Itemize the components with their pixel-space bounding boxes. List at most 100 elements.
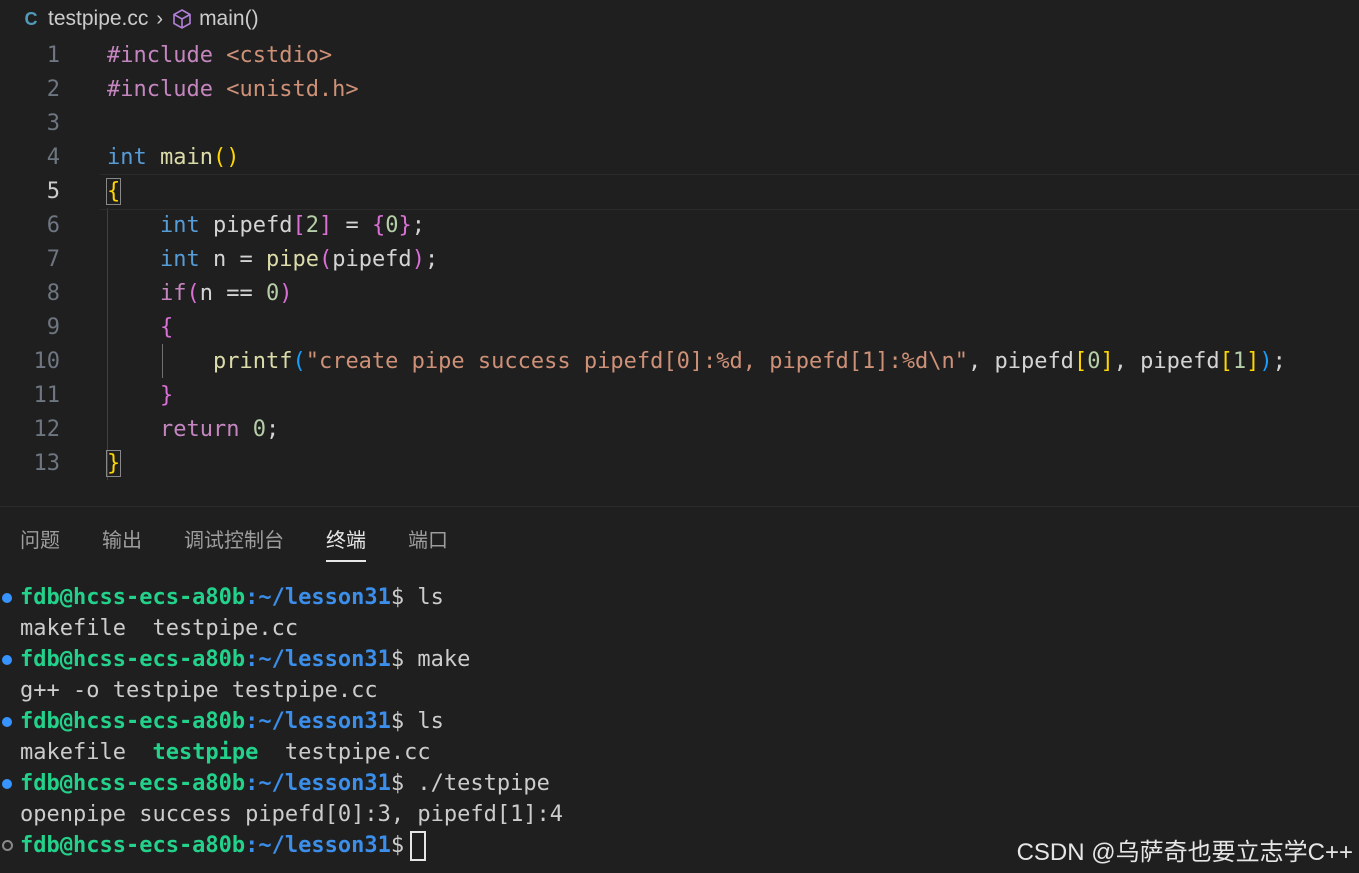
line-number: 13 [33,450,61,476]
code-line: 6 int pipefd[2] = {0}; [0,208,1359,242]
current-line-highlight [100,174,1359,210]
line-number: 2 [46,76,60,102]
terminal-cursor[interactable] [410,830,427,861]
token: if [159,280,187,306]
token: "create pipe success pipefd[0]:%d, pipef… [305,348,968,374]
code-line: 7 int n = pipe(pipefd); [0,242,1359,276]
token: () [212,144,240,170]
token: ] [1100,348,1114,374]
terminal-command: ./testpipe [404,771,550,796]
token: ( [292,348,306,374]
line-number: 4 [46,144,60,170]
code-line: 12 return 0; [0,412,1359,446]
line-number: 1 [46,42,60,68]
command-pending-icon [2,840,13,851]
command-success-icon[interactable] [2,778,12,789]
prompt-user: fdb@hcss-ecs-a80b [20,647,246,672]
breadcrumb-file[interactable]: testpipe.cc [48,7,148,31]
token: ) [1259,348,1273,374]
breadcrumb-symbol[interactable]: main() [199,7,259,31]
token: #include [107,42,227,68]
token: ; [265,416,280,442]
terminal-prompt-line: fdb@hcss-ecs-a80b:~/lesson31 $ [2,830,427,861]
prompt-path: :~/lesson31 [245,833,391,858]
line-number: 11 [33,382,61,408]
token: ) [411,246,425,272]
token: printf [212,348,293,374]
prompt-user: fdb@hcss-ecs-a80b [20,833,246,858]
token: = [332,212,372,238]
token: ) [279,280,293,306]
token: ; [424,246,439,272]
token: 1 [1232,348,1247,374]
command-success-icon[interactable] [2,654,12,665]
token: ; [411,212,425,238]
token: 0 [239,416,266,442]
token: int [159,246,200,272]
terminal-command: ls [404,585,444,610]
terminal-output: makefile testpipe.cc [20,616,299,641]
token: 0 [385,212,399,238]
token: <unistd.h> [226,76,359,102]
token: int [159,212,200,238]
token: ] [1246,348,1260,374]
token: ; [1272,348,1286,374]
token: , pipefd [967,348,1074,374]
code-line: 8 if(n == 0) [0,276,1359,310]
tab-problems[interactable]: 问题 [20,518,60,558]
token: int [107,144,147,170]
token: [ [1219,348,1233,374]
terminal-output-line: makefile testpipe.cc [20,613,298,644]
token: 0 [265,280,280,306]
prompt-dollar: $ [390,833,405,858]
line-number: 7 [46,246,60,272]
line-number: 10 [33,348,61,374]
code-line: 2 #include <unistd.h> [0,72,1359,106]
prompt-user: fdb@hcss-ecs-a80b [20,585,246,610]
token: #include [107,76,227,102]
prompt-user: fdb@hcss-ecs-a80b [20,771,246,796]
terminal-output-line: g++ -o testpipe testpipe.cc [20,675,378,706]
terminal-output-line: openpipe success pipefd[0]:3, pipefd[1]:… [20,799,563,830]
command-success-icon[interactable] [2,716,12,727]
token: } [105,449,122,477]
token: ( [186,280,200,306]
token: 0 [1087,348,1101,374]
token: { [105,177,122,205]
tab-ports[interactable]: 端口 [408,518,448,558]
token: } [398,212,412,238]
terminal-prompt-line: fdb@hcss-ecs-a80b:~/lesson31 $ ls [2,582,444,613]
token: n = [199,246,266,272]
watermark: CSDN @乌萨奇也要立志学C++ [1016,839,1353,866]
cpp-file-icon: C [24,8,38,29]
tab-debug-console[interactable]: 调试控制台 [184,518,284,558]
token: , pipefd [1113,348,1220,374]
code-line-current: 5 { [0,174,1359,210]
token: <cstdio> [226,42,333,68]
token: pipefd [332,246,412,272]
code-editor[interactable]: 1 #include <cstdio> 2 #include <unistd.h… [0,38,1359,494]
prompt-dollar: $ [390,647,405,672]
terminal-prompt-line: fdb@hcss-ecs-a80b:~/lesson31 $ ls [2,706,444,737]
tab-terminal[interactable]: 终端 [326,518,366,562]
token: [ [1073,348,1088,374]
token: main [146,144,213,170]
code-line: 9 { [0,310,1359,344]
terminal-prompt-line: fdb@hcss-ecs-a80b:~/lesson31 $ make [2,644,470,675]
line-number: 12 [33,416,61,442]
panel-tabs: 问题 输出 调试控制台 终端 端口 [20,518,448,562]
terminal-output: openpipe success pipefd[0]:3, pipefd[1]:… [20,802,564,827]
token: 2 [305,212,319,238]
code-line: 1 #include <cstdio> [0,38,1359,72]
token: } [159,382,174,408]
tab-output[interactable]: 输出 [102,518,142,558]
terminal-output: testpipe.cc [258,740,431,765]
prompt-dollar: $ [390,585,405,610]
token: ( [318,246,333,272]
line-number: 5 [46,178,60,204]
command-success-icon[interactable] [2,592,12,603]
token: n == [199,280,266,306]
prompt-path: :~/lesson31 [245,709,391,734]
token: return [159,416,240,442]
prompt-dollar: $ [390,771,405,796]
